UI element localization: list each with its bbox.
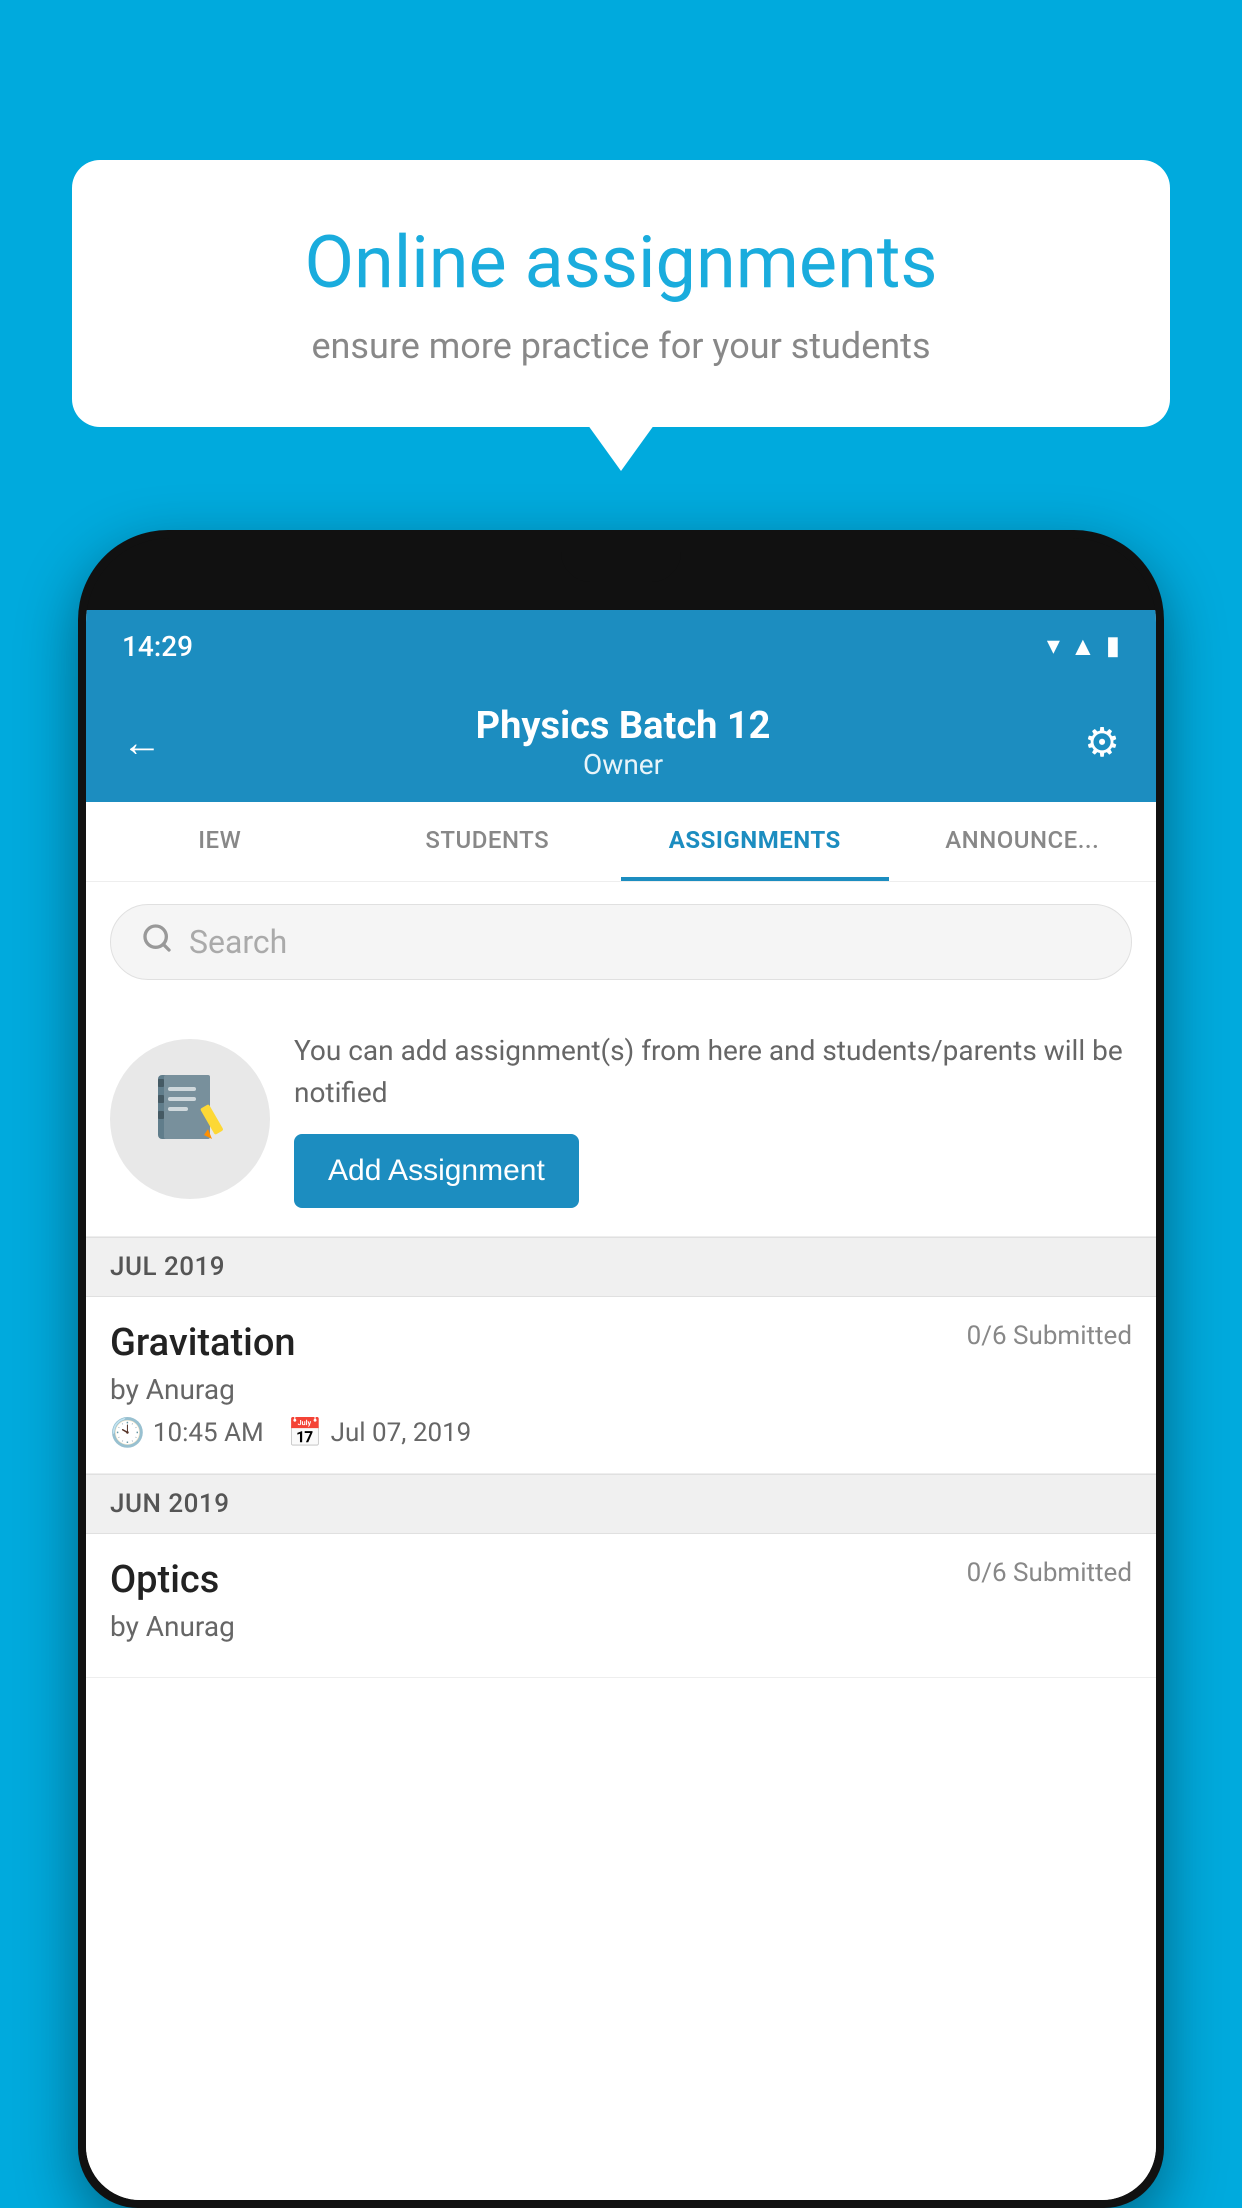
phone-frame: 14:29 ▾ ▲ ▮ ← Physics Batch 12 Owner ⚙ I… bbox=[78, 530, 1164, 2208]
phone-notch bbox=[561, 538, 681, 582]
app-header: ← Physics Batch 12 Owner ⚙ bbox=[86, 682, 1156, 802]
calendar-icon: 📅 bbox=[288, 1416, 323, 1449]
status-icons: ▾ ▲ ▮ bbox=[1047, 631, 1120, 662]
assignment-name-optics: Optics bbox=[110, 1558, 219, 1602]
speech-bubble: Online assignments ensure more practice … bbox=[72, 160, 1170, 427]
tab-iew[interactable]: IEW bbox=[86, 802, 354, 881]
assignment-author: by Anurag bbox=[110, 1373, 1132, 1406]
bubble-subtitle: ensure more practice for your students bbox=[142, 325, 1100, 367]
status-bar: 14:29 ▾ ▲ ▮ bbox=[86, 610, 1156, 682]
meta-time: 🕙 10:45 AM bbox=[110, 1416, 264, 1449]
header-title: Physics Batch 12 bbox=[162, 704, 1084, 748]
header-subtitle: Owner bbox=[162, 748, 1084, 781]
status-time: 14:29 bbox=[122, 630, 193, 663]
promo-description: You can add assignment(s) from here and … bbox=[294, 1030, 1132, 1114]
promo-section: You can add assignment(s) from here and … bbox=[86, 1002, 1156, 1237]
notebook-icon bbox=[150, 1069, 230, 1169]
month-separator-jul: JUL 2019 bbox=[86, 1237, 1156, 1297]
bubble-title: Online assignments bbox=[142, 220, 1100, 305]
add-assignment-button[interactable]: Add Assignment bbox=[294, 1134, 579, 1208]
month-separator-jun: JUN 2019 bbox=[86, 1474, 1156, 1534]
speech-bubble-container: Online assignments ensure more practice … bbox=[72, 160, 1170, 427]
assignment-submitted-optics: 0/6 Submitted bbox=[967, 1558, 1132, 1588]
assignment-top-optics: Optics 0/6 Submitted bbox=[110, 1558, 1132, 1602]
tabs-bar: IEW STUDENTS ASSIGNMENTS ANNOUNCE... bbox=[86, 802, 1156, 882]
promo-text: You can add assignment(s) from here and … bbox=[294, 1030, 1132, 1208]
tab-students[interactable]: STUDENTS bbox=[354, 802, 622, 881]
search-icon bbox=[141, 922, 173, 963]
assignment-name: Gravitation bbox=[110, 1321, 296, 1365]
assignment-item-optics[interactable]: Optics 0/6 Submitted by Anurag bbox=[86, 1534, 1156, 1678]
assignment-item-gravitation[interactable]: Gravitation 0/6 Submitted by Anurag 🕙 10… bbox=[86, 1297, 1156, 1474]
battery-icon: ▮ bbox=[1106, 631, 1120, 661]
assignment-submitted: 0/6 Submitted bbox=[967, 1321, 1132, 1351]
search-bar[interactable]: Search bbox=[110, 904, 1132, 980]
content-area: Search bbox=[86, 882, 1156, 2200]
search-placeholder: Search bbox=[189, 923, 287, 961]
phone-inner: 14:29 ▾ ▲ ▮ ← Physics Batch 12 Owner ⚙ I… bbox=[86, 538, 1156, 2200]
promo-icon-circle bbox=[110, 1039, 270, 1199]
wifi-icon: ▾ bbox=[1047, 631, 1060, 661]
header-center: Physics Batch 12 Owner bbox=[162, 704, 1084, 781]
phone-screen: 14:29 ▾ ▲ ▮ ← Physics Batch 12 Owner ⚙ I… bbox=[86, 610, 1156, 2200]
clock-icon: 🕙 bbox=[110, 1416, 145, 1449]
tab-assignments[interactable]: ASSIGNMENTS bbox=[621, 802, 889, 881]
assignment-author-optics: by Anurag bbox=[110, 1610, 1132, 1643]
settings-button[interactable]: ⚙ bbox=[1084, 719, 1120, 766]
assignment-meta: 🕙 10:45 AM 📅 Jul 07, 2019 bbox=[110, 1416, 1132, 1449]
signal-icon: ▲ bbox=[1070, 631, 1096, 662]
back-button[interactable]: ← bbox=[122, 719, 162, 766]
assignment-top: Gravitation 0/6 Submitted bbox=[110, 1321, 1132, 1365]
tab-announcements[interactable]: ANNOUNCE... bbox=[889, 802, 1157, 881]
meta-date: 📅 Jul 07, 2019 bbox=[288, 1416, 472, 1449]
